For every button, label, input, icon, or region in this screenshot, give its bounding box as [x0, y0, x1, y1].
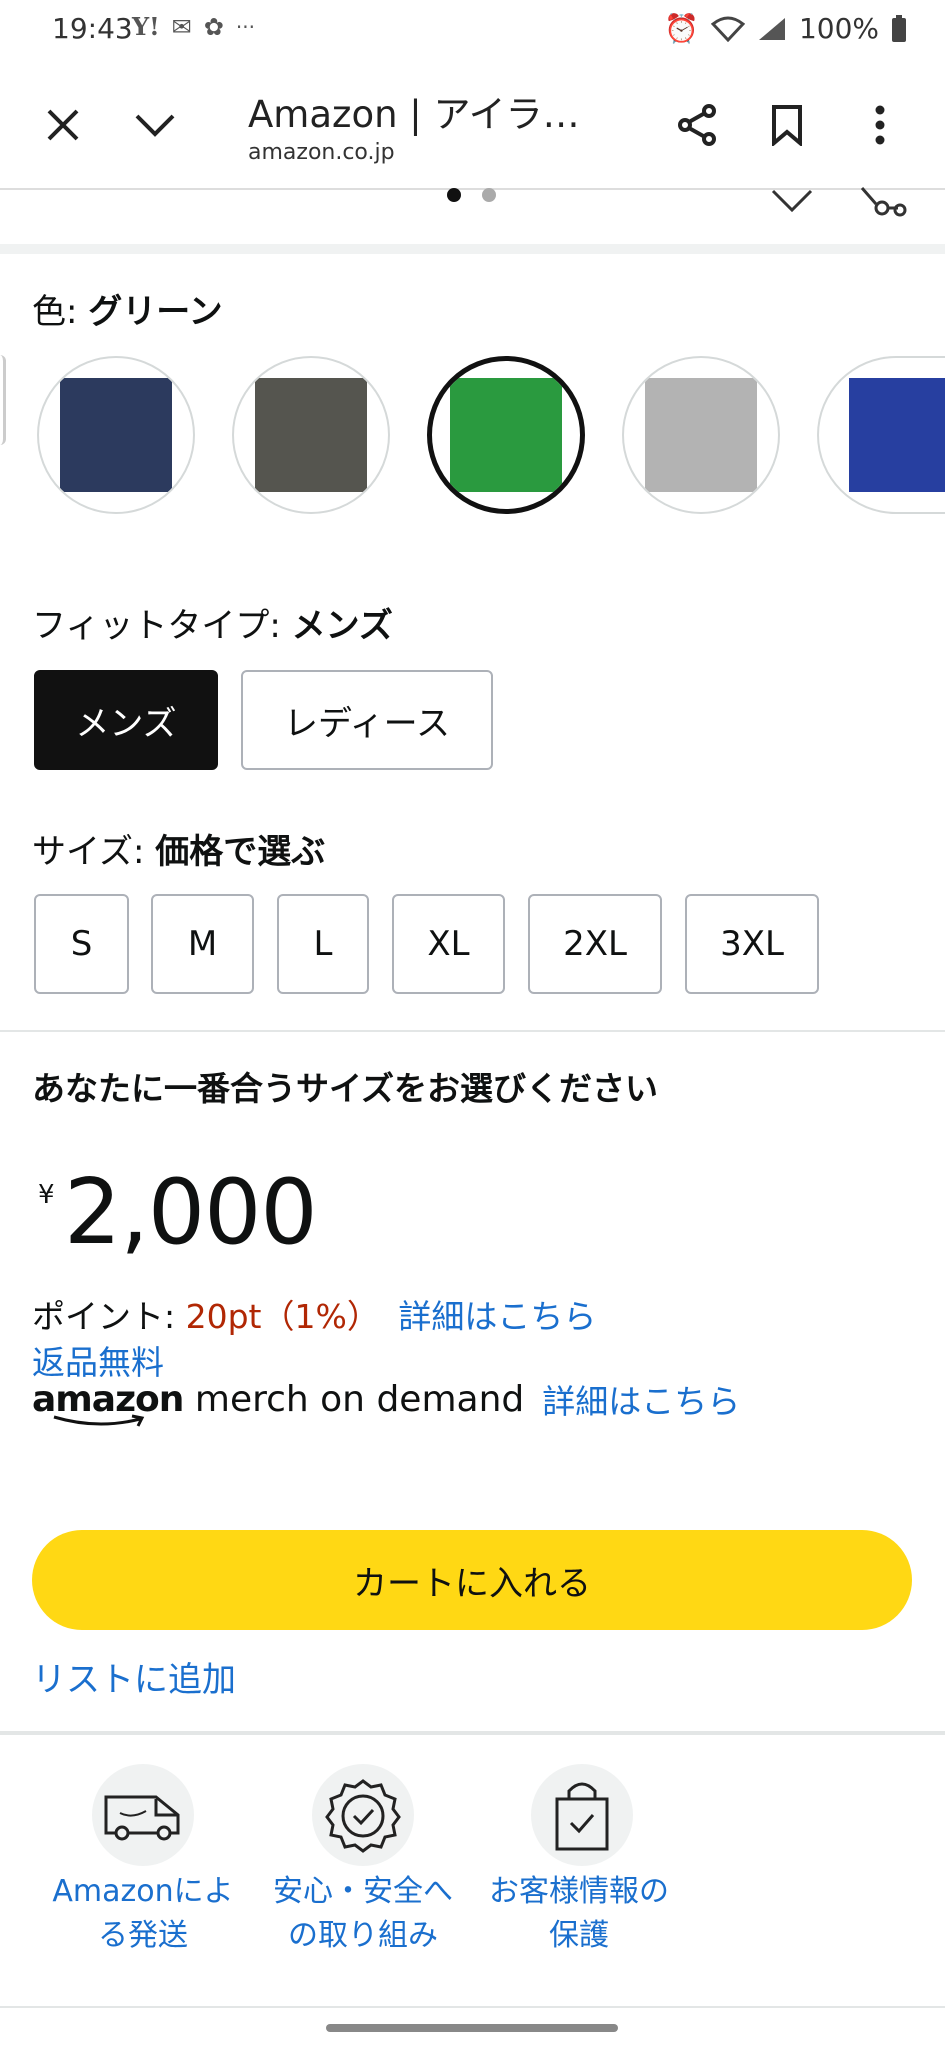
merch-details-link[interactable]: 詳細はこちら — [542, 1378, 740, 1426]
fit-option-mens[interactable]: メンズ — [34, 670, 218, 770]
swatch-heather-gray[interactable] — [622, 356, 780, 514]
carousel-dot[interactable] — [482, 188, 496, 202]
merch-row: amazon merch on demand 詳細はこちら — [32, 1378, 740, 1427]
add-to-cart-button[interactable]: カートに入れる — [32, 1530, 912, 1630]
free-returns-link[interactable]: 返品無料 — [32, 1336, 164, 1384]
points-details-link[interactable]: 詳細はこちら — [398, 1297, 596, 1336]
battery-percent: 100% — [798, 12, 879, 45]
close-icon[interactable] — [28, 90, 98, 160]
add-to-list-link[interactable]: リストに追加 — [32, 1652, 236, 1701]
more-dots-icon: ··· — [235, 14, 255, 39]
swatch-royal-blue[interactable] — [817, 356, 945, 514]
yahoo-icon: Y! — [132, 12, 160, 41]
points-label: ポイント: — [32, 1297, 186, 1336]
status-right: ⏰ 100% — [664, 12, 907, 45]
chevron-down-icon[interactable] — [120, 90, 190, 160]
size-selected: 価格で選ぶ — [155, 832, 326, 872]
status-notification-icons: Y! ✉ ✿ ··· — [132, 12, 255, 41]
size-option-m[interactable]: M — [151, 894, 254, 994]
divider — [0, 1030, 945, 1032]
swatch-navy[interactable] — [37, 356, 195, 514]
fit-selected: メンズ — [291, 606, 393, 646]
status-time: 19:43 — [52, 12, 133, 45]
swatch-royal-blue-fabric — [849, 378, 945, 492]
color-label: 色: グリーン — [32, 292, 223, 332]
amazon-smile-icon — [53, 1414, 145, 1427]
points-value: 20pt（1%） — [185, 1297, 380, 1336]
trust-item-shipping[interactable]: Amazonによ る発送 — [28, 1870, 258, 1958]
size-option-xl[interactable]: XL — [392, 894, 505, 994]
safety-badge-icon[interactable] — [312, 1764, 414, 1866]
alarm-icon: ⏰ — [664, 12, 699, 45]
heart-icon[interactable] — [770, 188, 814, 214]
carousel-dot-active[interactable] — [447, 188, 461, 202]
price-currency: ¥ — [38, 1180, 55, 1210]
bookmark-icon[interactable] — [752, 90, 822, 160]
color-selected: グリーン — [88, 292, 223, 332]
size-option-2xl[interactable]: 2XL — [528, 894, 662, 994]
wifi-icon — [710, 16, 745, 42]
trust-item-privacy[interactable]: お客様情報の 保護 — [472, 1870, 686, 1958]
swatch-charcoal[interactable] — [232, 356, 390, 514]
battery-icon — [892, 14, 906, 42]
secure-bag-icon[interactable] — [531, 1764, 633, 1866]
section-divider — [0, 244, 945, 254]
share-icon[interactable] — [662, 90, 732, 160]
page-url: amazon.co.jp — [248, 140, 395, 165]
divider — [0, 2006, 945, 2008]
fit-type-label: フィットタイプ: メンズ — [32, 606, 393, 646]
swatch-green[interactable] — [427, 356, 585, 514]
mail-icon: ✉ — [171, 12, 192, 41]
points-row: ポイント: 20pt（1%） 詳細はこちら — [32, 1290, 596, 1338]
size-option-l[interactable]: L — [277, 894, 369, 994]
share-small-icon[interactable] — [858, 184, 908, 218]
trust-item-safety[interactable]: 安心・安全へ の取り組み — [253, 1870, 473, 1958]
fit-option-ladies[interactable]: レディース — [241, 670, 493, 770]
size-option-s[interactable]: S — [34, 894, 129, 994]
more-vert-icon[interactable] — [845, 90, 915, 160]
size-label: サイズ: 価格で選ぶ — [32, 832, 326, 872]
swatch-navy-fabric — [60, 378, 172, 492]
price-value: 2,000 — [64, 1160, 318, 1265]
swatch-gray-fabric — [645, 378, 757, 492]
size-option-3xl[interactable]: 3XL — [685, 894, 819, 994]
swatch-green-fabric — [450, 378, 562, 492]
divider — [0, 1731, 945, 1735]
swatch-charcoal-fabric — [255, 378, 367, 492]
page-title: Amazon | アイラ… — [248, 93, 580, 136]
settings-gear-icon: ✿ — [203, 12, 224, 41]
swatch-partial[interactable] — [0, 355, 6, 445]
buybox-heading: あなたに一番合うサイズをお選びください — [32, 1069, 659, 1108]
home-indicator[interactable] — [326, 2024, 618, 2032]
delivery-van-icon[interactable] — [92, 1764, 194, 1866]
signal-icon — [758, 17, 785, 40]
merch-on-demand-logo: amazon merch on demand — [32, 1378, 524, 1427]
